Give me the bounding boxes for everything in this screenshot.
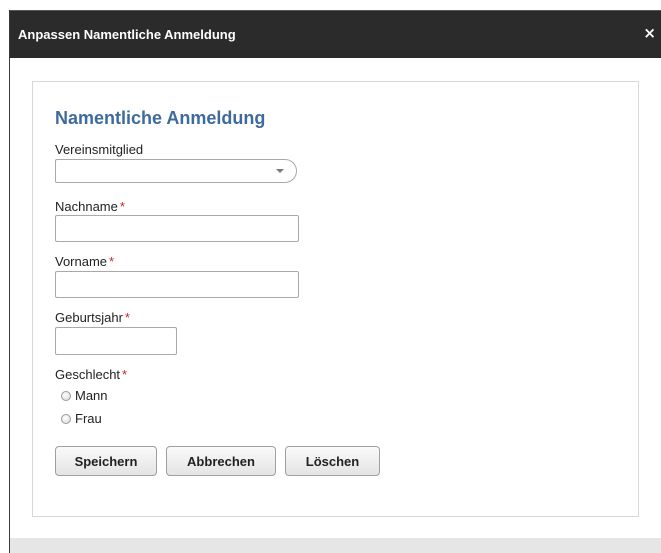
dialog-footer-bar [10, 538, 661, 553]
delete-button[interactable]: Löschen [285, 446, 380, 476]
required-marker: * [122, 367, 128, 382]
member-select[interactable] [55, 159, 297, 183]
firstname-label: Vorname * [55, 254, 115, 269]
save-button[interactable]: Speichern [55, 446, 157, 476]
close-icon[interactable]: × [643, 24, 656, 42]
gender-label: Geschlecht * [55, 367, 128, 382]
dialog-window: Anpassen Namentliche Anmeldung × Namentl… [9, 10, 661, 553]
required-marker: * [119, 199, 125, 214]
birthyear-input[interactable] [55, 327, 177, 355]
member-label: Vereinsmitglied [55, 142, 144, 157]
birthyear-label: Geburtsjahr * [55, 310, 130, 325]
form-panel: Namentliche Anmeldung Vereinsmitglied Na… [32, 81, 639, 517]
required-marker: * [124, 310, 130, 325]
firstname-input[interactable] [55, 271, 299, 298]
lastname-input[interactable] [55, 215, 299, 242]
required-marker: * [109, 254, 115, 269]
radio-mann[interactable] [61, 391, 71, 401]
chevron-down-icon[interactable] [276, 169, 284, 173]
lastname-label: Nachname * [55, 199, 125, 214]
cancel-button[interactable]: Abbrechen [166, 446, 276, 476]
dialog-title: Anpassen Namentliche Anmeldung [18, 27, 236, 42]
form-heading: Namentliche Anmeldung [55, 108, 266, 128]
radio-frau[interactable] [61, 414, 71, 424]
gender-option-mann[interactable]: Mann [61, 388, 108, 403]
dialog-titlebar: Anpassen Namentliche Anmeldung × [10, 10, 661, 58]
gender-option-frau[interactable]: Frau [61, 411, 102, 426]
